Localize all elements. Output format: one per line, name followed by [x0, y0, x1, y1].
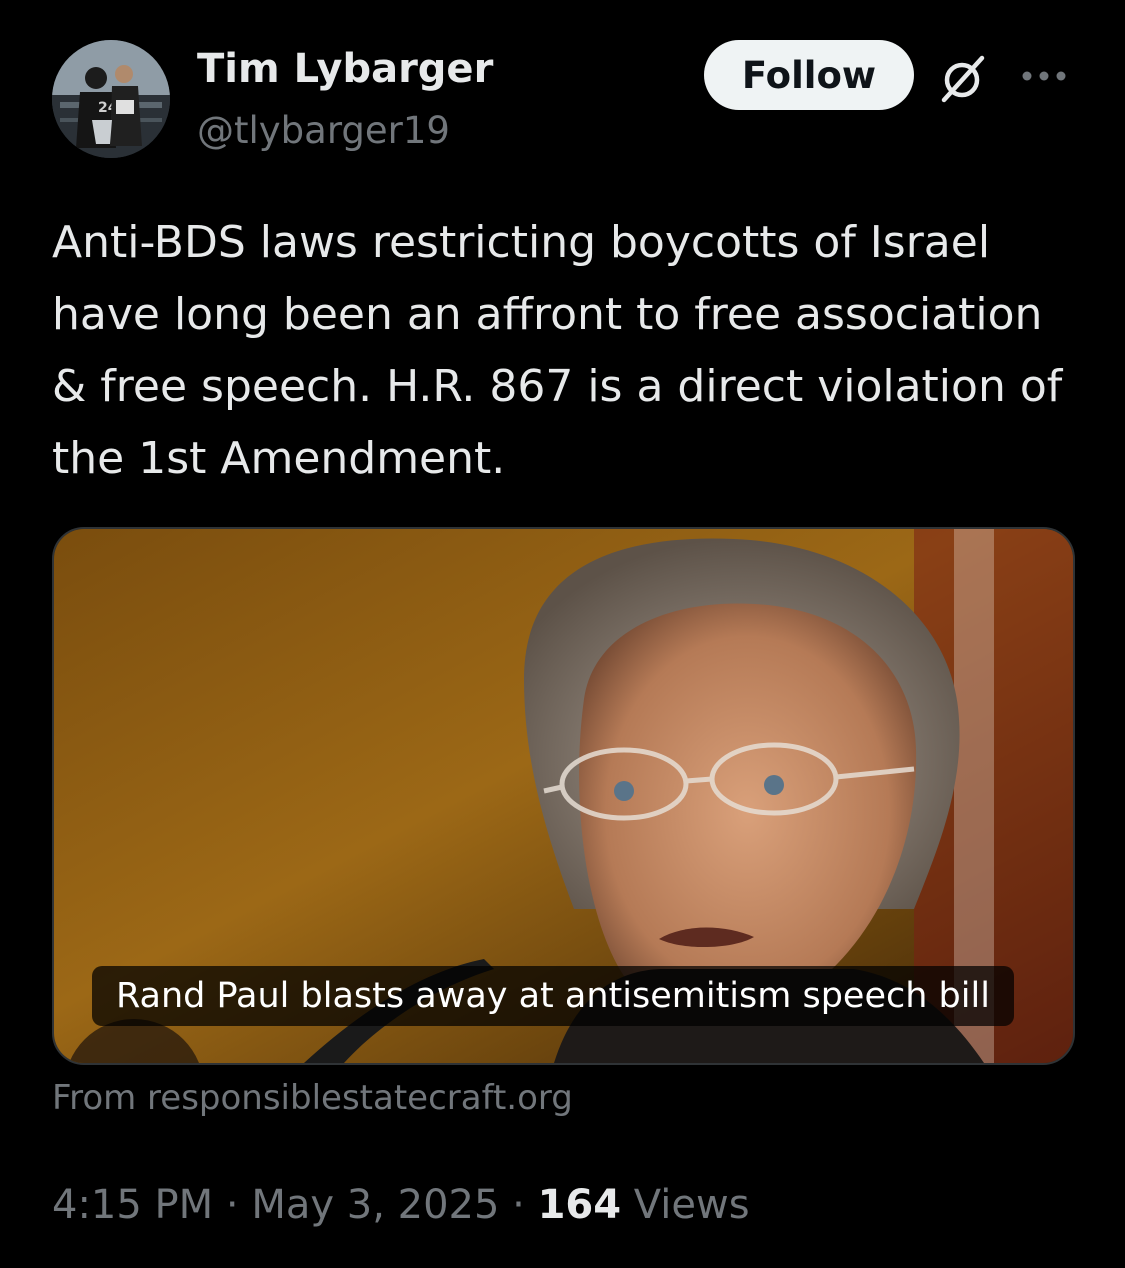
author-handle[interactable]: @tlybarger19 [197, 108, 450, 154]
follow-button[interactable]: Follow [704, 40, 914, 110]
views-count[interactable]: 164 [538, 1182, 622, 1228]
tweet-text: Anti-BDS laws restricting boycotts of Is… [52, 217, 1063, 484]
meta-separator: · [512, 1182, 525, 1228]
link-card[interactable]: Rand Paul blasts away at antisemitism sp… [52, 527, 1075, 1065]
tweet-meta: 4:15 PM · May 3, 2025 · 164 Views [52, 1178, 750, 1232]
link-card-source[interactable]: From responsiblestatecraft.org [52, 1075, 573, 1121]
link-card-caption: Rand Paul blasts away at antisemitism sp… [92, 966, 1014, 1026]
avatar-photo: 24 [52, 40, 170, 158]
grok-icon[interactable] [936, 50, 992, 106]
author-name[interactable]: Tim Lybarger [197, 44, 493, 94]
tweet-time[interactable]: 4:15 PM [52, 1182, 213, 1228]
tweet-date[interactable]: May 3, 2025 [251, 1182, 499, 1228]
meta-separator: · [225, 1182, 239, 1228]
tweet-header: 24 Tim Lybarger @tlybarger19 Follow [52, 38, 1073, 162]
avatar[interactable]: 24 [52, 40, 170, 158]
more-icon[interactable] [1020, 66, 1068, 86]
views-label[interactable]: Views [634, 1182, 750, 1228]
